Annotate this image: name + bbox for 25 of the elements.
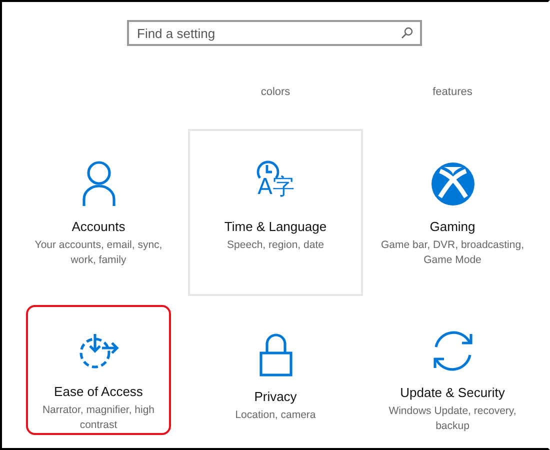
tile-description: features (432, 86, 472, 98)
tile-title: Time & Language (224, 219, 327, 234)
tile-description: Your accounts, email, sync, work, family (34, 238, 164, 268)
settings-tile[interactable]: A字 Time & Language Speech, region, date (188, 129, 363, 296)
tile-title: Gaming (430, 219, 476, 234)
search-icon (401, 27, 413, 39)
tile-title: Update & Security (400, 385, 505, 400)
settings-tile[interactable]: Ease of Access Narrator, magnifier, high contrast (26, 305, 171, 435)
settings-tile[interactable]: Gaming Game bar, DVR, broadcasting, Game Mode (365, 129, 540, 296)
tile-description: Location, camera (235, 408, 316, 423)
search-field[interactable]: Find a setting (127, 20, 422, 46)
tile-title: Privacy (254, 389, 297, 404)
person-icon (82, 161, 116, 207)
settings-tile[interactable]: Privacy Location, camera (188, 305, 363, 435)
tile-description: Windows Update, recovery, backup (388, 404, 518, 434)
tile-description: colors (260, 86, 290, 98)
settings-tile[interactable]: Accounts Your accounts, email, sync, work, family (11, 129, 186, 296)
tile-description: Speech, region, date (227, 238, 324, 253)
lock-icon (258, 333, 292, 377)
tile-title: Ease of Access (54, 384, 143, 399)
settings-tile[interactable]: Update & Security Windows Update, recovery, backup (365, 305, 540, 435)
tile-description: Game bar, DVR, broadcasting, Game Mode (380, 238, 525, 268)
tile-description: Narrator, magnifier, high contrast (41, 402, 156, 433)
xbox-icon (430, 161, 476, 207)
tile-title: Accounts (72, 219, 126, 234)
